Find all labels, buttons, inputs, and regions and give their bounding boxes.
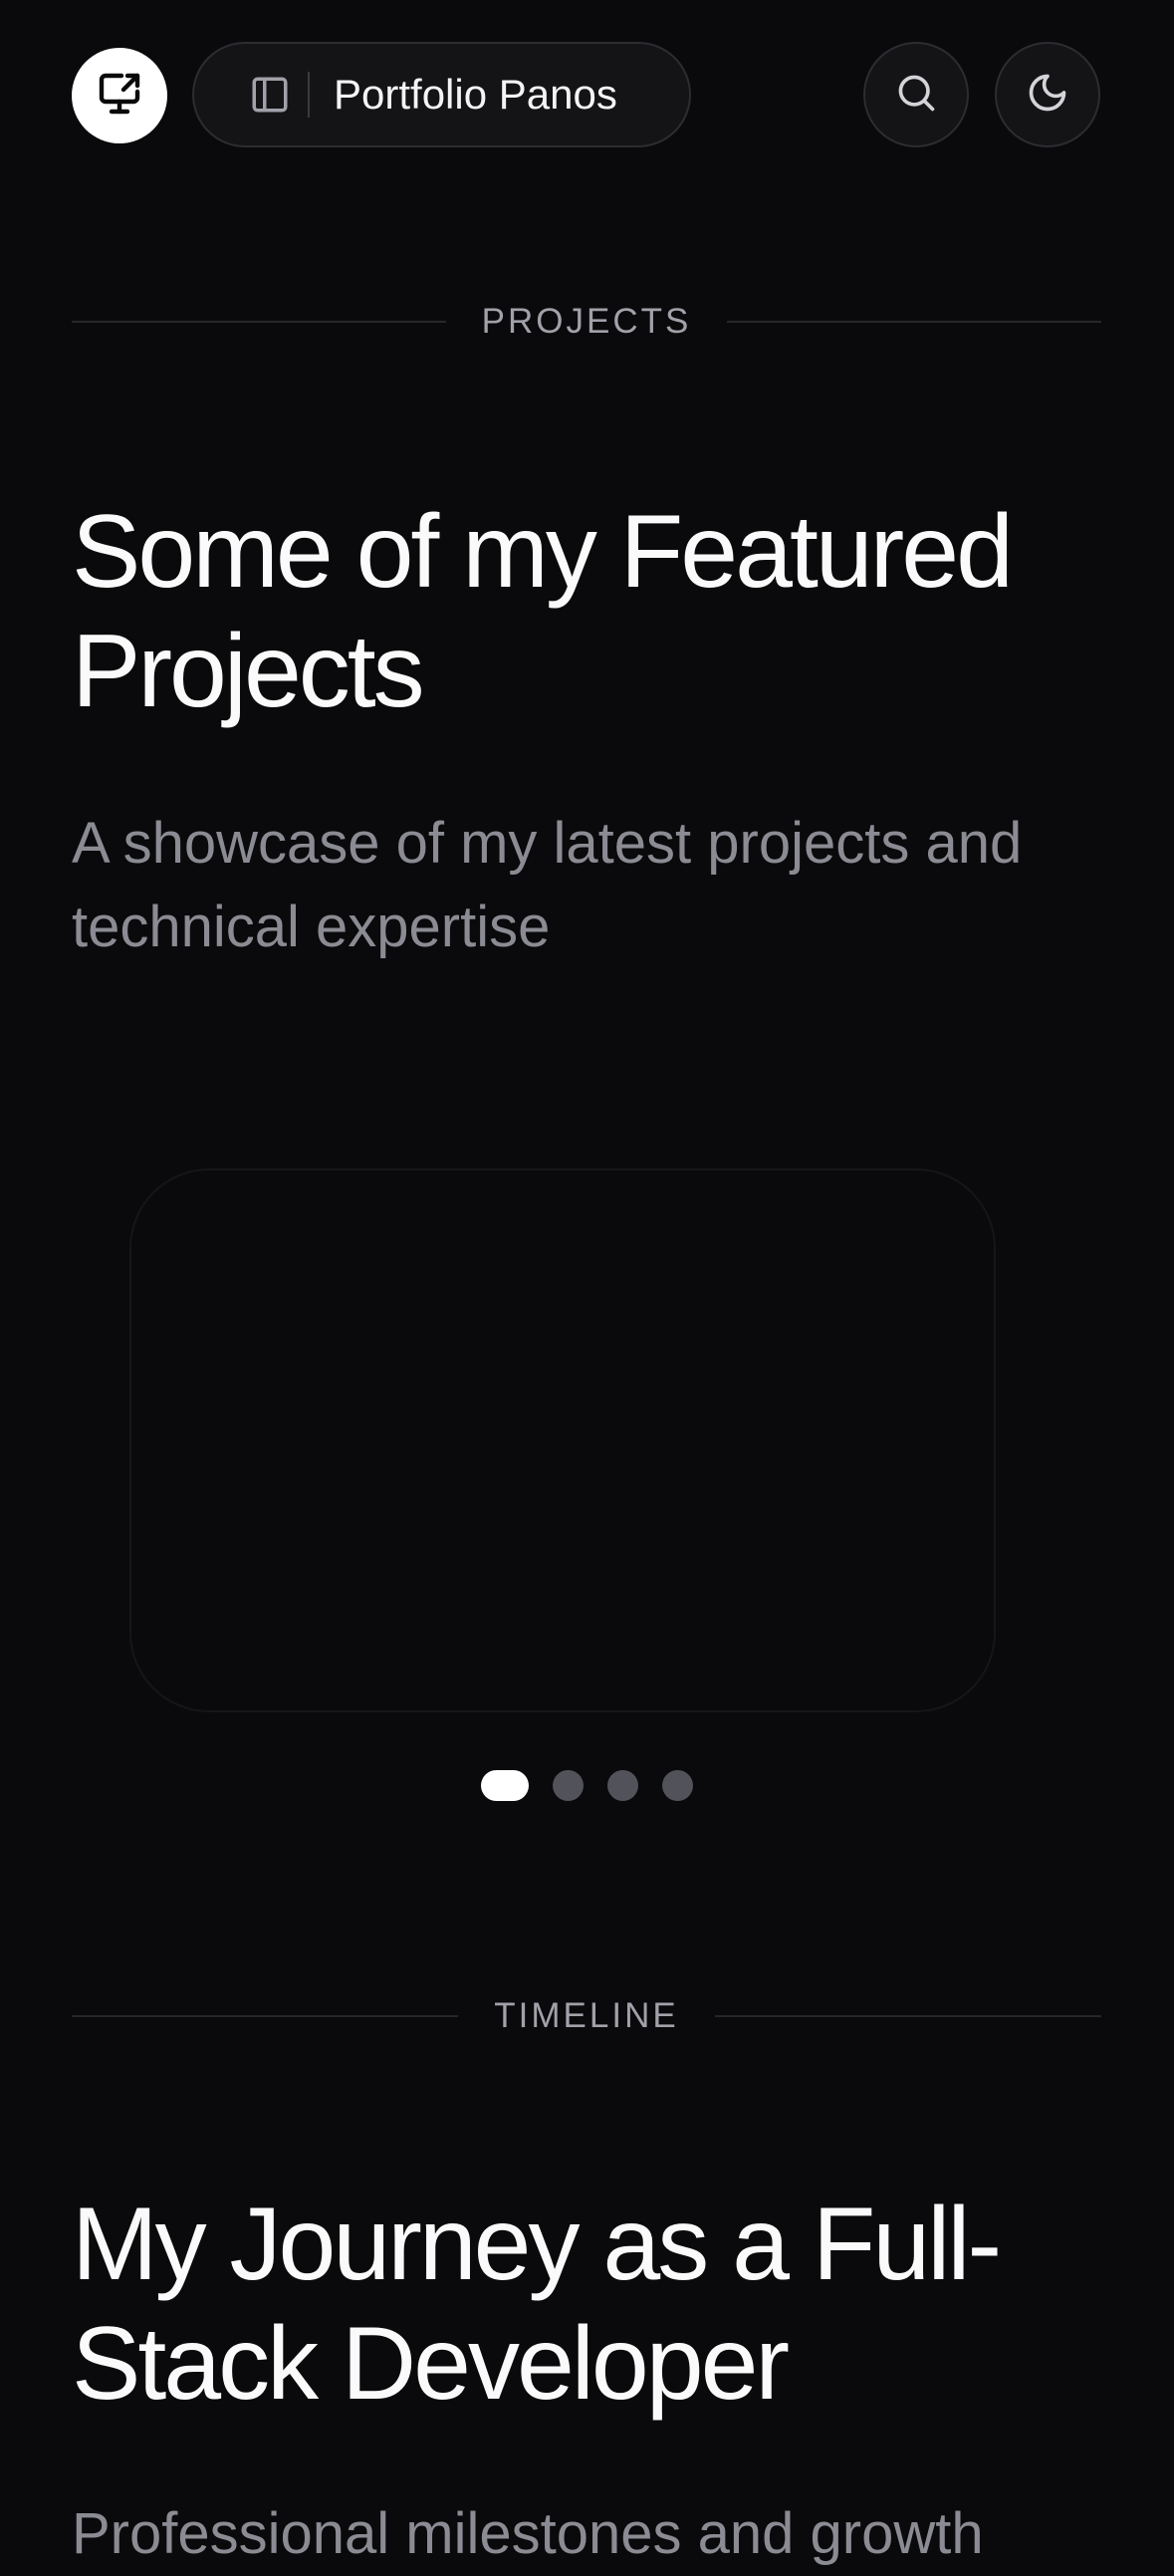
carousel-dot[interactable] [553, 1770, 584, 1801]
projects-eyebrow: PROJECTS [72, 297, 1102, 347]
timeline-eyebrow-label: TIMELINE [494, 1996, 679, 2035]
projects-eyebrow-label: PROJECTS [481, 302, 692, 341]
projects-heading: Some of my Featured Projects [72, 494, 1014, 729]
timeline-heading: My Journey as a Full-Stack Developer [72, 2187, 1002, 2422]
home-logo-button[interactable] [72, 48, 167, 143]
project-carousel-slide[interactable] [129, 1168, 996, 1712]
timeline-subtitle: Professional milestones and growth [72, 2501, 984, 2566]
eyebrow-line-right [714, 2015, 1102, 2017]
monitor-arrow-icon [96, 70, 143, 123]
sidebar-panel-icon[interactable] [249, 74, 291, 116]
eyebrow-line-right [727, 321, 1102, 323]
site-title: Portfolio Panos [334, 71, 617, 118]
timeline-eyebrow: TIMELINE [72, 1991, 1102, 2041]
carousel-dot[interactable] [607, 1770, 638, 1801]
moon-icon [1026, 71, 1069, 120]
site-title-pill[interactable]: Portfolio Panos [192, 42, 691, 147]
carousel-dot[interactable] [481, 1770, 529, 1801]
theme-toggle-button[interactable] [995, 42, 1100, 147]
title-divider [308, 72, 310, 118]
carousel-pagination [0, 1770, 1174, 1801]
projects-subtitle: A showcase of my latest projects and tec… [72, 811, 1023, 959]
search-button[interactable] [863, 42, 969, 147]
eyebrow-line-left [72, 2015, 459, 2017]
carousel-dot[interactable] [662, 1770, 693, 1801]
search-icon [894, 71, 938, 120]
eyebrow-line-left [72, 321, 446, 323]
